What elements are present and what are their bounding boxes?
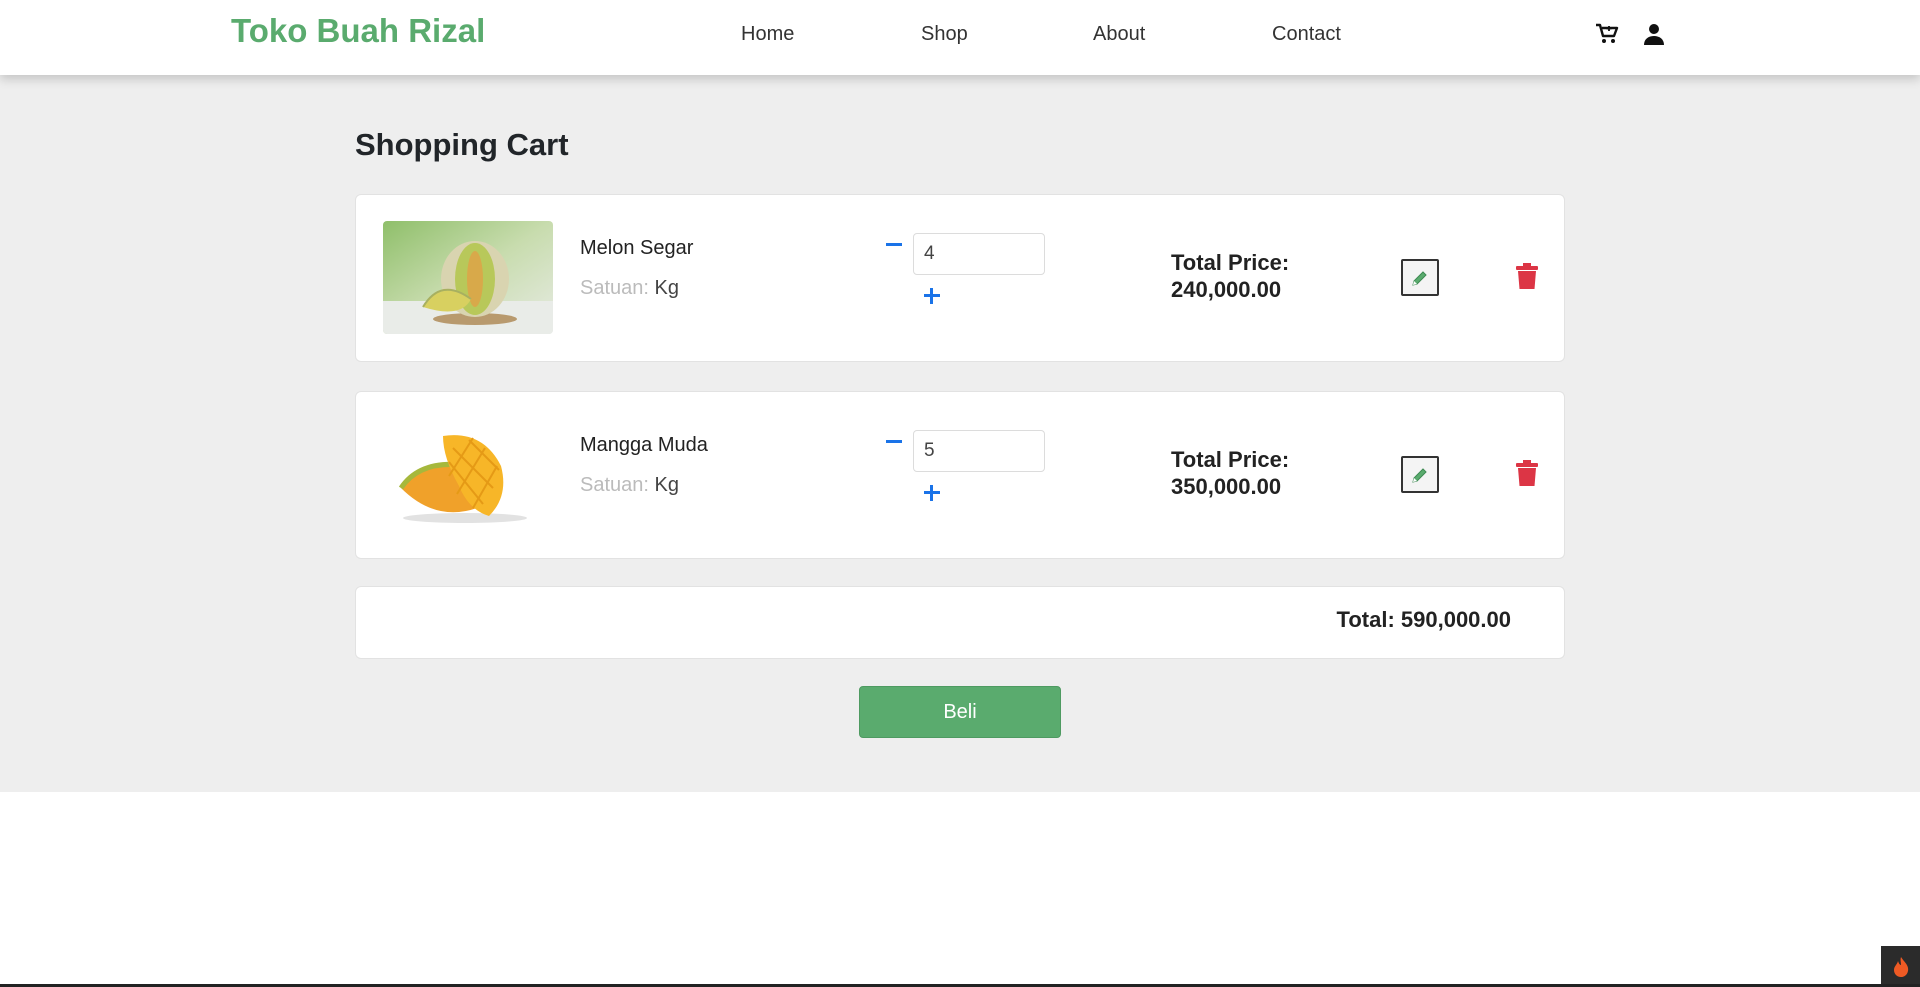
product-image-mango [383,418,553,531]
main-content: Shopping Cart Melon Segar Satuan: Kg 4 T… [0,75,1920,792]
item-total-price: Total Price: 350,000.00 [1171,446,1289,500]
unit-value: Kg [654,474,679,496]
product-image-melon [383,221,553,334]
delete-button[interactable] [1514,458,1540,488]
nav-shop[interactable]: Shop [921,23,968,46]
unit-label: Satuan: [580,277,649,299]
cart-item: Mangga Muda Satuan: Kg Total Price: 350,… [355,391,1565,559]
unit-label: Satuan: [580,474,649,496]
cart-item: Melon Segar Satuan: Kg Total Price: 240,… [355,194,1565,362]
product-unit: Satuan: Kg [580,277,679,300]
decrease-quantity-button[interactable] [884,243,906,247]
item-total-price: Total Price: 240,000.00 [1171,249,1289,303]
cart-summary: Total: 590,000.00 [355,586,1565,659]
page-title: Shopping Cart [355,127,569,162]
trash-icon [1516,263,1538,289]
product-unit: Satuan: Kg [580,474,679,497]
pencil-icon [1412,270,1427,286]
pencil-icon [1412,467,1427,483]
nav-about[interactable]: About [1093,23,1145,46]
cart-icon[interactable] [1594,21,1620,47]
delete-button[interactable] [1514,261,1540,291]
total-price-label: Total Price: [1171,250,1290,275]
total-price-value: 240,000.00 [1171,277,1282,302]
product-name: Melon Segar [580,237,694,259]
navbar: Toko Buah Rizal Home Shop About Contact [0,0,1920,75]
increase-quantity-button[interactable] [921,482,943,504]
total-price-label: Total Price: [1171,447,1290,472]
quantity-input[interactable] [913,430,1045,472]
brand-logo[interactable]: Toko Buah Rizal [231,12,485,50]
quantity-input[interactable] [913,233,1045,275]
nav-contact[interactable]: Contact [1272,23,1341,46]
total-price-value: 350,000.00 [1171,474,1282,499]
grand-total: Total: 590,000.00 [1336,607,1511,632]
trash-icon [1516,460,1538,486]
edit-button[interactable] [1401,456,1439,493]
product-name: Mangga Muda [580,434,708,456]
decrease-quantity-button[interactable] [884,440,906,444]
flame-icon[interactable] [1881,946,1920,987]
unit-value: Kg [654,277,679,299]
edit-button[interactable] [1401,259,1439,296]
increase-quantity-button[interactable] [921,285,943,307]
nav-home[interactable]: Home [741,23,794,46]
buy-button[interactable]: Beli [859,686,1061,738]
user-icon[interactable] [1641,21,1667,47]
